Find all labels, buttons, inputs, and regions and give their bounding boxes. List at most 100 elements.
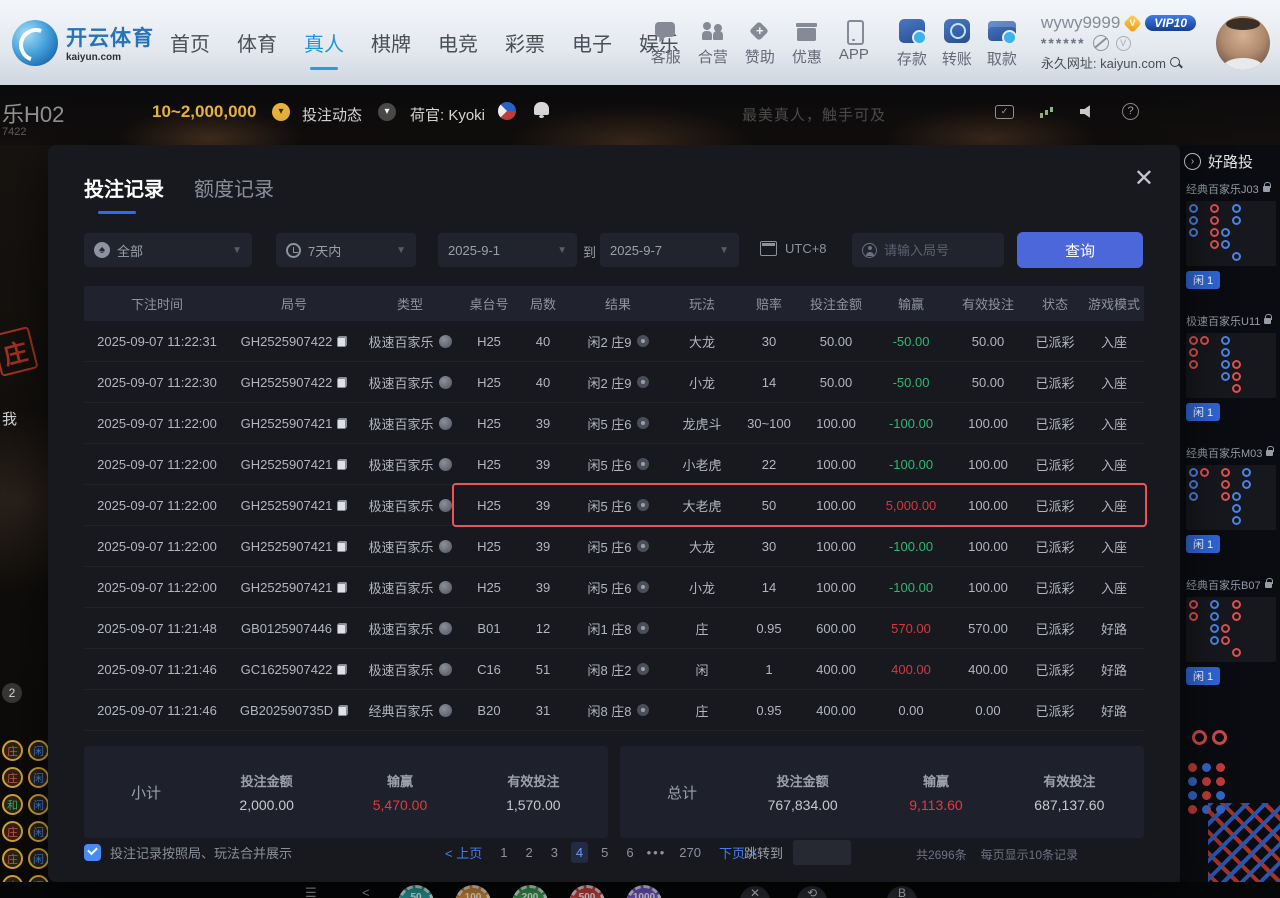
nav-item-2[interactable]: 真人 [304, 28, 344, 57]
round-number-input[interactable] [884, 243, 994, 258]
date-range-select[interactable]: 7天内 ▼ [276, 233, 416, 267]
view-result-icon[interactable] [637, 335, 649, 347]
cell-game-mode-text: 入座 [1101, 496, 1127, 515]
view-result-icon[interactable] [637, 581, 649, 593]
bet-token[interactable]: 闲 [28, 821, 49, 842]
quick-link[interactable]: APP [839, 19, 869, 67]
copy-icon[interactable] [337, 541, 347, 552]
game-type-select[interactable]: ♠ 全部 ▼ [84, 233, 252, 267]
undo-bet-button[interactable]: ⟲ [797, 886, 827, 898]
copy-icon[interactable] [337, 336, 347, 347]
bet-chip-100[interactable]: 100 [455, 885, 491, 898]
road-card[interactable]: 经典百家乐J03闲 1 [1186, 181, 1276, 289]
page-button-270[interactable]: 270 [674, 842, 706, 863]
road-dot [1189, 516, 1198, 525]
copy-icon[interactable] [337, 459, 347, 470]
view-result-icon[interactable] [637, 704, 649, 716]
road-card[interactable]: 极速百家乐U11闲 1 [1186, 313, 1276, 421]
bet-token[interactable]: 闲 [28, 794, 49, 815]
copy-icon[interactable] [337, 418, 347, 429]
help-icon[interactable]: ? [1122, 103, 1139, 120]
cell-play-type: 小老虎 [666, 455, 738, 474]
back-arrow-icon[interactable]: < [362, 885, 370, 898]
page-button-3[interactable]: 3 [546, 842, 563, 863]
nav-item-6[interactable]: 电子 [572, 28, 612, 57]
copy-icon[interactable] [337, 623, 347, 634]
view-result-icon[interactable] [637, 376, 649, 388]
quick-link[interactable]: 优惠 [792, 19, 822, 67]
road-dot [1189, 636, 1198, 645]
bet-token[interactable]: 和 [2, 794, 23, 815]
road-dot [1210, 348, 1219, 357]
copy-icon[interactable] [338, 705, 348, 716]
page-button-5[interactable]: 5 [596, 842, 613, 863]
copy-icon[interactable] [337, 664, 347, 675]
view-result-icon[interactable] [637, 622, 649, 634]
merge-checkbox[interactable] [84, 844, 101, 861]
bet-token[interactable]: 庄 [2, 767, 23, 788]
nav-item-4[interactable]: 电竞 [438, 28, 478, 57]
tab-bet-records[interactable]: 投注记录 [84, 173, 164, 214]
road-card[interactable]: 经典百家乐M03闲 1 [1186, 445, 1276, 553]
bet-chip-50[interactable]: 50 [398, 885, 434, 898]
copy-icon[interactable] [337, 582, 347, 593]
bet-chip-1000[interactable]: 1000 [626, 885, 662, 898]
cancel-bet-button[interactable]: ✕ [740, 886, 770, 898]
quick-link[interactable]: 赞助 [745, 19, 775, 67]
road-dot [1189, 228, 1198, 237]
nav-item-5[interactable]: 彩票 [505, 28, 545, 57]
bet-chip-200[interactable]: 200 [512, 885, 548, 898]
page-button-1[interactable]: 1 [495, 842, 512, 863]
page-button-4[interactable]: 4 [571, 842, 588, 863]
video-quality-icon[interactable]: ✓ [995, 105, 1014, 119]
road-card-title-text: 经典百家乐B07 [1186, 577, 1261, 593]
chip-menu-icon[interactable]: ☰ [305, 885, 317, 898]
kaiyun-logo[interactable]: 开云体育 kaiyun.com [12, 20, 154, 66]
nav-item-3[interactable]: 棋牌 [371, 28, 411, 57]
speaker-icon[interactable] [1080, 105, 1096, 119]
view-result-icon[interactable] [637, 417, 649, 429]
bet-range-chevron-icon[interactable]: ▾ [272, 103, 290, 121]
bell-icon[interactable] [534, 102, 549, 115]
search-icon[interactable] [1170, 57, 1182, 69]
tab-quota-records[interactable]: 额度记录 [194, 173, 274, 214]
cell-bet-time: 2025-09-07 11:21:46 [84, 703, 230, 718]
prev-page-button[interactable]: < 上页 [440, 840, 487, 865]
bet-chip-500[interactable]: 500 [569, 885, 605, 898]
bet-token[interactable]: 庄 [2, 740, 23, 761]
date-to-select[interactable]: 2025-9-7 ▼ [600, 233, 739, 267]
eye-off-icon[interactable] [1093, 35, 1109, 51]
view-result-icon[interactable] [637, 458, 649, 470]
wallet-link[interactable]: 转账 [942, 16, 972, 69]
collapse-icon[interactable]: › [1184, 153, 1201, 170]
road-dot [1263, 360, 1272, 369]
view-result-icon[interactable] [637, 663, 649, 675]
view-result-icon[interactable] [637, 540, 649, 552]
cell-game-type-text: 极速百家乐 [368, 332, 433, 351]
view-result-icon[interactable] [637, 499, 649, 511]
bet-token[interactable]: 闲 [28, 767, 49, 788]
query-button[interactable]: 查询 [1017, 232, 1143, 268]
close-icon[interactable]: ✕ [1134, 167, 1154, 191]
cell-result: 闲5 庄6 [570, 414, 666, 433]
bet-token[interactable]: 闲 [28, 848, 49, 869]
wallet-link[interactable]: 取款 [987, 16, 1017, 69]
quick-link[interactable]: 合营 [698, 19, 728, 67]
wallet-link[interactable]: 存款 [897, 16, 927, 69]
bet-token[interactable]: 庄 [2, 821, 23, 842]
banker-button[interactable]: B [887, 886, 917, 898]
user-avatar[interactable] [1216, 16, 1270, 70]
nav-item-0[interactable]: 首页 [170, 28, 210, 57]
copy-icon[interactable] [337, 377, 347, 388]
date-from-select[interactable]: 2025-9-1 ▼ [438, 233, 577, 267]
jump-page-input[interactable] [793, 840, 851, 865]
copy-icon[interactable] [337, 500, 347, 511]
page-button-2[interactable]: 2 [520, 842, 537, 863]
bet-token[interactable]: 庄 [2, 848, 23, 869]
quick-link[interactable]: 客服 [651, 19, 681, 67]
nav-item-1[interactable]: 体育 [237, 28, 277, 57]
road-card[interactable]: 经典百家乐B07闲 1 [1186, 577, 1276, 685]
page-button-6[interactable]: 6 [621, 842, 638, 863]
bet-feed-chevron-icon[interactable]: ▾ [378, 103, 396, 121]
bet-token[interactable]: 闲 [28, 740, 49, 761]
